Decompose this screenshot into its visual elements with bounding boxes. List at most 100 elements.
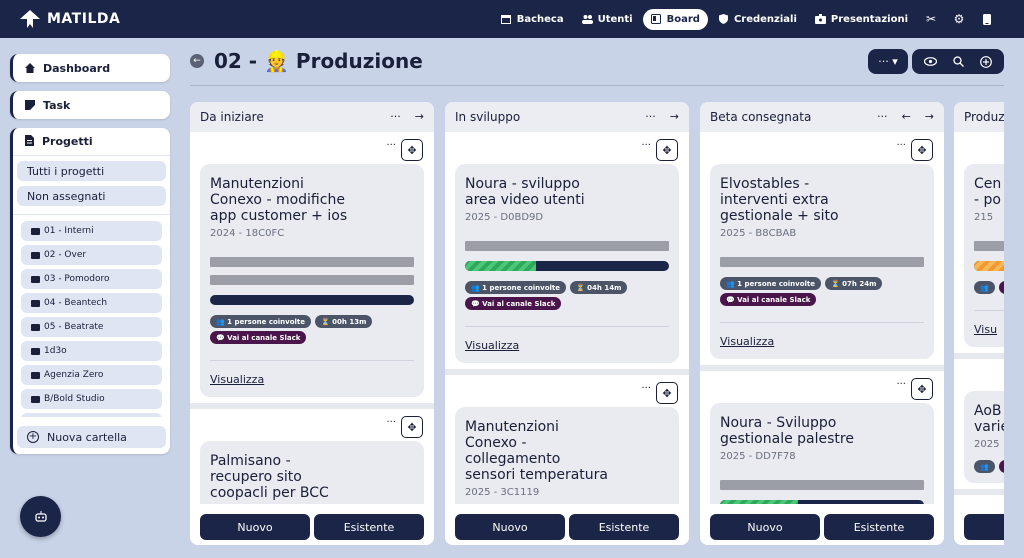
- tools-icon[interactable]: ✂: [918, 8, 944, 30]
- main-nav: Bacheca Utenti Board Credenziali Present…: [493, 0, 1000, 38]
- slack-link[interactable]: 💬 Vai al canale Slack: [720, 293, 817, 306]
- card-menu-button[interactable]: ···: [896, 140, 906, 151]
- plus-circle-icon: +: [27, 431, 39, 443]
- slack-link[interactable]: 💬 Vai: [998, 281, 1004, 294]
- folder-item[interactable]: 05 - Beatrate: [21, 317, 162, 337]
- folder-item[interactable]: Agenzia Zero: [21, 365, 162, 385]
- folder-item[interactable]: 03 - Pomodoro: [21, 269, 162, 289]
- project-card[interactable]: Manutenzioni Conexo - collegamento sensori …: [455, 407, 679, 504]
- card-menu-button[interactable]: ···: [386, 140, 396, 151]
- new-card-button[interactable]: N: [964, 514, 1004, 540]
- drag-handle-icon[interactable]: ✥: [656, 382, 678, 404]
- slack-link[interactable]: 💬 Vai al canale Slack: [210, 331, 307, 344]
- search-icon[interactable]: [944, 49, 972, 74]
- move-right-icon[interactable]: →: [415, 110, 424, 123]
- placeholder-bar: [210, 257, 414, 267]
- home-icon: [25, 63, 35, 73]
- add-circle-icon[interactable]: [972, 49, 1000, 74]
- card-container: ··· ✥ Noura - sviluppo area video utenti 202…: [445, 132, 689, 375]
- sidebar-dashboard[interactable]: Dashboard: [10, 54, 170, 82]
- link-tutti-progetti[interactable]: Tutti i progetti: [17, 161, 166, 181]
- project-card[interactable]: Elvostables - interventi extra gestionale …: [710, 164, 934, 359]
- project-card[interactable]: AoBvarie 2025 👥💬 Vai: [964, 391, 1004, 483]
- visualizza-link[interactable]: Visualizza: [720, 335, 774, 348]
- column-cards: ··· ✥ Manutenzioni Conexo - modifiche app cu…: [190, 132, 434, 504]
- drag-handle-icon[interactable]: ✥: [401, 416, 423, 438]
- existing-card-button[interactable]: Esistente: [569, 514, 679, 540]
- existing-card-button[interactable]: Esistente: [824, 514, 934, 540]
- new-card-button[interactable]: Nuovo: [710, 514, 820, 540]
- card-menu-button[interactable]: ···: [641, 383, 651, 394]
- drag-handle-icon[interactable]: ✥: [401, 139, 423, 161]
- nav-bacheca-label: Bacheca: [516, 13, 564, 25]
- card-menu-button[interactable]: ···: [386, 417, 396, 428]
- folder-label: 02 - Over: [44, 250, 87, 260]
- column-cards: ··· ✥ Noura - sviluppo area video utenti 202…: [445, 132, 689, 504]
- calendar-icon: [501, 14, 512, 24]
- move-left-icon[interactable]: ←: [902, 110, 911, 123]
- project-card[interactable]: Cen- po 215 👥💬 Vai Visu: [964, 164, 1004, 347]
- column-menu-button[interactable]: ···: [645, 110, 656, 123]
- folder-item[interactable]: 01 - Interni: [21, 221, 162, 241]
- folder-icon: [31, 299, 40, 307]
- nav-credenziali-label: Credenziali: [733, 13, 797, 25]
- existing-card-button[interactable]: Esistente: [314, 514, 424, 540]
- new-folder-button[interactable]: + Nuova cartella: [17, 426, 166, 448]
- folder-item[interactable]: 04 - Beantech: [21, 293, 162, 313]
- nav-presentazioni[interactable]: Presentazioni: [807, 9, 916, 30]
- folder-item[interactable]: 02 - Over: [21, 245, 162, 265]
- visualizza-link[interactable]: Visu: [974, 323, 997, 336]
- card-menu-button[interactable]: ···: [896, 379, 906, 390]
- slack-link[interactable]: 💬 Vai al canale Slack: [465, 297, 562, 310]
- folder-icon: [31, 275, 40, 283]
- move-right-icon[interactable]: →: [925, 110, 934, 123]
- card-toolbar: ···✥: [954, 359, 1004, 391]
- link-non-assegnati[interactable]: Non assegnati: [17, 186, 166, 206]
- folder-item[interactable]: [21, 413, 162, 417]
- chatbot-button[interactable]: [20, 496, 61, 537]
- project-card[interactable]: Noura - sviluppo area video utenti 2025 - …: [455, 164, 679, 363]
- slack-link[interactable]: 💬 Vai: [998, 460, 1004, 473]
- app-logo[interactable]: MATILDA: [20, 10, 120, 28]
- nav-utenti[interactable]: Utenti: [574, 9, 641, 30]
- card-container: ··· ✥ Palmisano - recupero sito coopacli per…: [190, 409, 434, 504]
- project-card[interactable]: Palmisano - recupero sito coopacli per BCC…: [200, 441, 424, 504]
- eye-icon[interactable]: [916, 49, 944, 74]
- progetti-header[interactable]: Progetti: [13, 128, 170, 156]
- drag-handle-icon[interactable]: ✥: [656, 139, 678, 161]
- new-card-button[interactable]: Nuovo: [455, 514, 565, 540]
- card-title: Palmisano - recupero sito coopacli per BCC: [210, 453, 414, 501]
- more-menu-button[interactable]: ··· ▾: [868, 49, 908, 74]
- nav-credenziali[interactable]: Credenziali: [710, 9, 805, 30]
- drag-handle-icon[interactable]: ✥: [911, 139, 933, 161]
- back-arrow-icon[interactable]: ←: [190, 54, 204, 68]
- sidebar-task[interactable]: Task: [10, 91, 170, 119]
- folder-icon: [31, 227, 40, 235]
- card-title-line: gestionale + sito: [720, 208, 839, 224]
- folder-label: B/Bold Studio: [44, 394, 105, 404]
- project-card[interactable]: Manutenzioni Conexo - modifiche app custom…: [200, 164, 424, 397]
- visualizza-link[interactable]: Visualizza: [210, 373, 264, 386]
- project-card[interactable]: Noura - Sviluppo gestionale palestre 2025 …: [710, 403, 934, 504]
- folder-item[interactable]: 1d3o: [21, 341, 162, 361]
- gear-icon[interactable]: ⚙: [946, 8, 972, 30]
- folder-label: 05 - Beatrate: [44, 322, 104, 332]
- drag-handle-icon[interactable]: ✥: [911, 378, 933, 400]
- column-footer: N: [954, 504, 1004, 545]
- status-bar: [210, 295, 414, 305]
- folder-list[interactable]: 01 - Interni 02 - Over 03 - Pomodoro 04 - B…: [13, 221, 170, 417]
- card-code: 2025 - 3C1119: [465, 487, 540, 498]
- phone-icon[interactable]: [974, 8, 1000, 30]
- nav-board[interactable]: Board: [642, 8, 708, 30]
- card-badges: 👥 1 persone coinvolte ⏳ 04h 14m 💬 Vai al c…: [465, 281, 669, 310]
- nav-bacheca[interactable]: Bacheca: [493, 9, 572, 30]
- move-right-icon[interactable]: →: [670, 110, 679, 123]
- new-card-button[interactable]: Nuovo: [200, 514, 310, 540]
- kanban-column: Produzi···✥Cen- po215👥💬 VaiVisu···✥AoBva…: [954, 102, 1004, 545]
- folder-item[interactable]: B/Bold Studio: [21, 389, 162, 409]
- visualizza-link[interactable]: Visualizza: [465, 339, 519, 352]
- card-code: 2025 - D0BD9D: [465, 212, 544, 223]
- column-menu-button[interactable]: ···: [877, 110, 888, 123]
- column-menu-button[interactable]: ···: [390, 110, 401, 123]
- card-menu-button[interactable]: ···: [641, 140, 651, 151]
